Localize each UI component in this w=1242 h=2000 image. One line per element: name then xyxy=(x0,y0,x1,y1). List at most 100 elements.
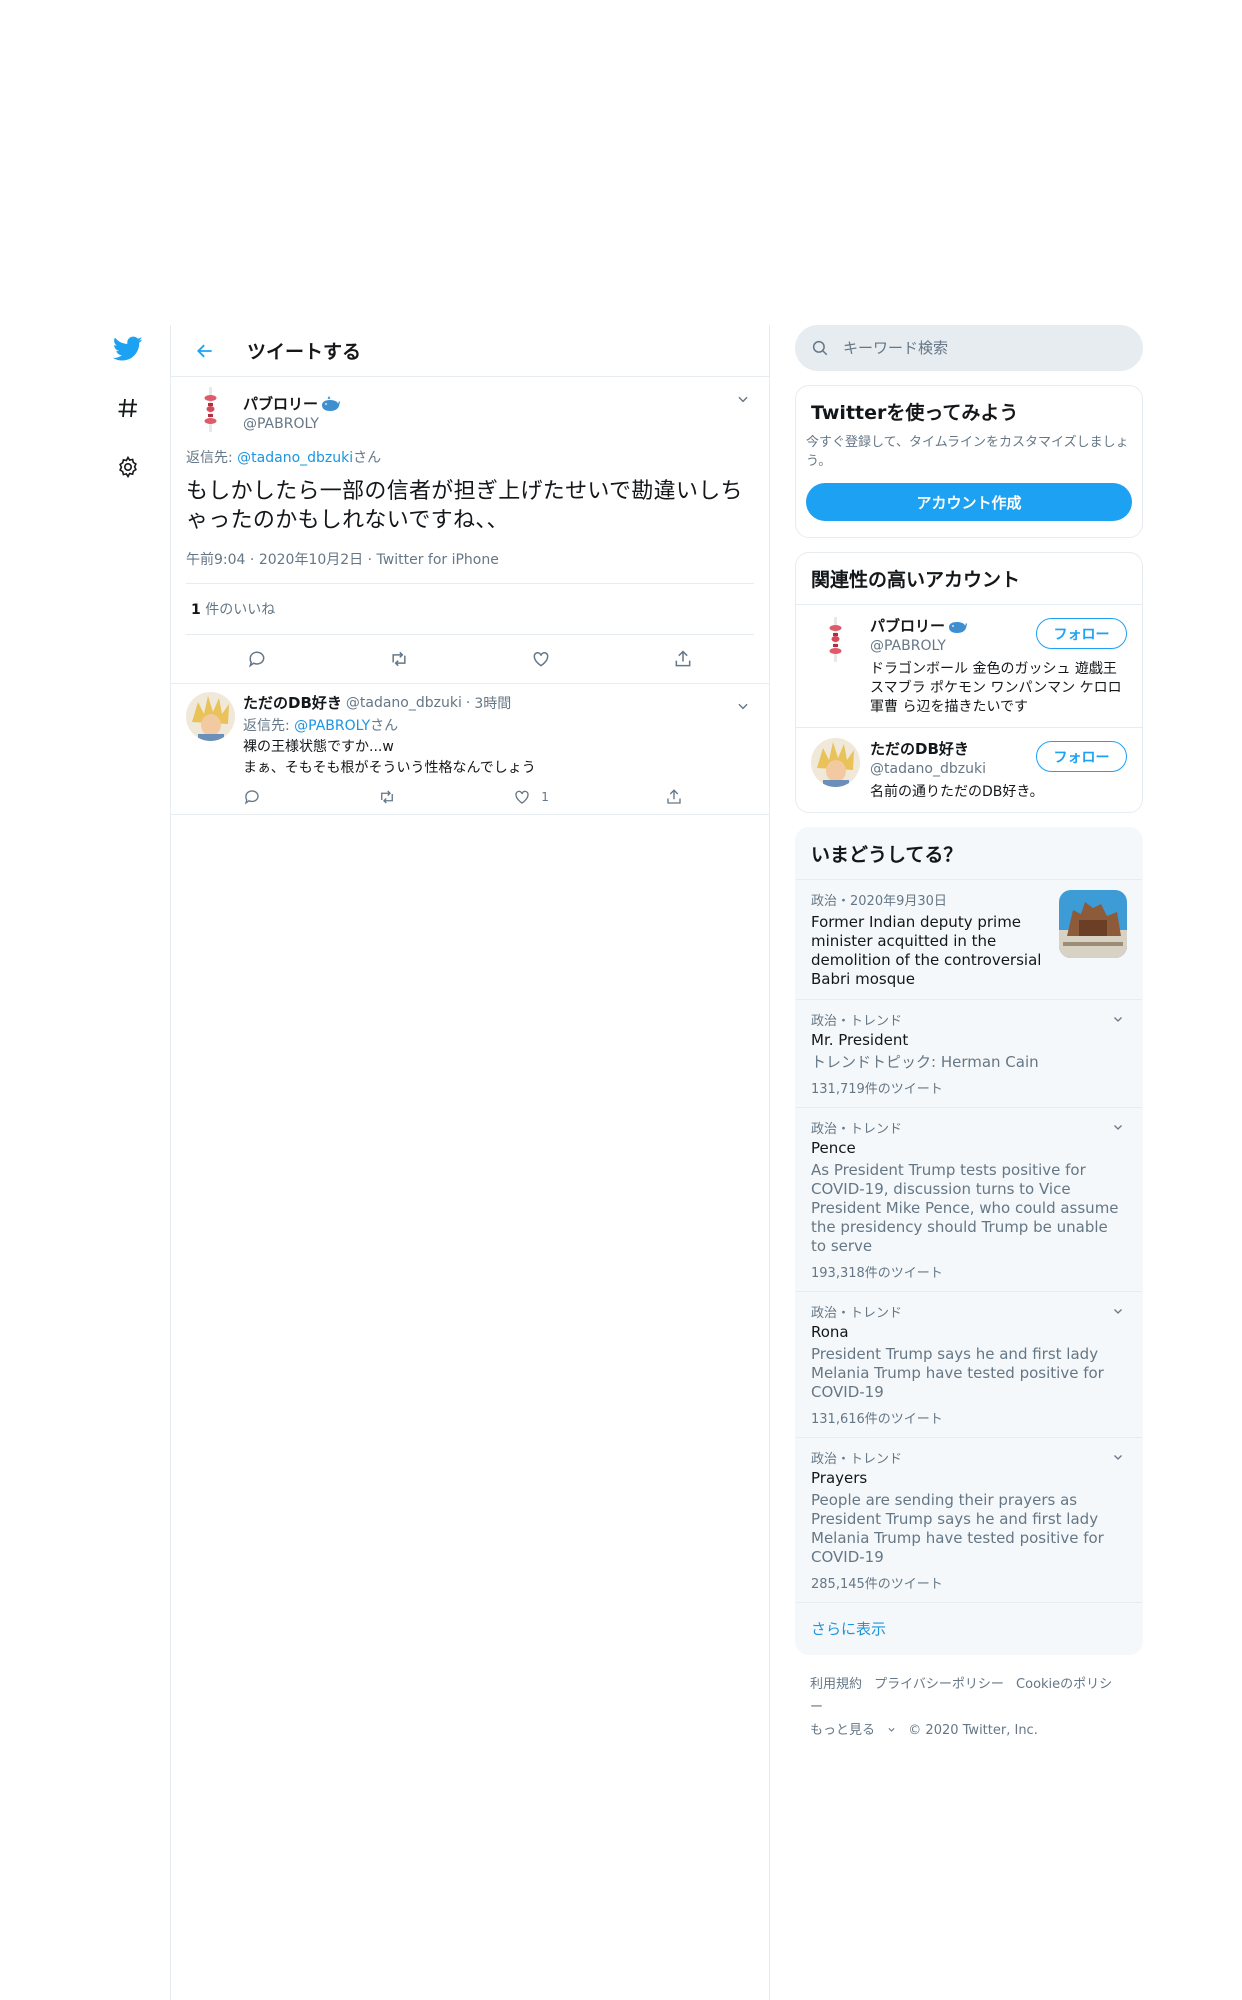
reply-menu-button[interactable] xyxy=(733,696,753,716)
chevron-down-icon xyxy=(1114,1455,1122,1460)
tweet-date[interactable]: 2020年10月2日 xyxy=(259,552,363,568)
tweet-time[interactable]: 午前9:04 xyxy=(186,552,245,568)
trend-name: Prayers xyxy=(811,1469,868,1487)
trends-card: いまどうしてる？ 政治・2020年9月30日 Former Indian dep… xyxy=(795,827,1143,1655)
reply-author-name[interactable]: ただのDB好き xyxy=(243,692,342,713)
tweet-likes[interactable]: 1 件のいいね xyxy=(186,584,754,635)
tweet-meta: 午前9:04 · 2020年10月2日 · Twitter for iPhone xyxy=(186,549,754,584)
share-button[interactable] xyxy=(668,647,698,671)
avatar-image xyxy=(811,615,860,664)
nav-settings-link[interactable] xyxy=(104,443,152,491)
footer-privacy-link[interactable]: プライバシーポリシー xyxy=(874,1677,1004,1692)
search-input[interactable] xyxy=(843,339,1113,357)
heart-icon xyxy=(533,651,549,667)
chevron-down-icon xyxy=(1114,1017,1122,1022)
replying-handle-link[interactable]: @tadano_dbzuki xyxy=(237,450,353,466)
reply-time[interactable]: 3時間 xyxy=(474,693,511,713)
retweet-icon xyxy=(392,651,406,667)
news-item[interactable]: 政治・2020年9月30日 Former Indian deputy prime… xyxy=(796,879,1142,999)
footer-copyright: © 2020 Twitter, Inc. xyxy=(908,1723,1038,1738)
avatar-image xyxy=(186,692,235,741)
like-button[interactable] xyxy=(526,647,556,671)
trend-item[interactable]: 政治・トレンド Prayers People are sending their… xyxy=(796,1437,1142,1602)
share-icon xyxy=(667,789,681,804)
retweet-button[interactable] xyxy=(384,647,414,671)
related-account-bio: ドラゴンボール 金色のガッシュ 遊戯王 スマブラ ポケモン ワンパンマン ケロロ… xyxy=(870,661,1122,715)
reply-share-button[interactable] xyxy=(665,788,683,806)
related-title: 関連性の高いアカウント xyxy=(811,569,1021,591)
trend-menu-button[interactable] xyxy=(1109,1118,1127,1136)
chevron-down-icon xyxy=(738,396,748,403)
reply-actions: 1 xyxy=(243,788,683,806)
author-handle[interactable]: @PABROLY xyxy=(243,416,340,432)
avatar-image xyxy=(186,385,235,434)
show-more-link[interactable]: さらに表示 xyxy=(796,1602,1142,1654)
replying-prefix: 返信先: xyxy=(186,450,238,466)
page-header: ツイートする xyxy=(171,325,769,377)
arrow-left-icon xyxy=(197,344,212,357)
footer-terms-link[interactable]: 利用規約 xyxy=(810,1677,862,1692)
related-account[interactable]: ただのDB好き @tadano_dbzuki 名前の通りただのDB好き。 フォロ… xyxy=(796,727,1142,812)
trend-item[interactable]: 政治・トレンド Rona President Trump says he and… xyxy=(796,1291,1142,1437)
reply-author-avatar[interactable] xyxy=(186,692,235,741)
news-meta: 政治・2020年9月30日 xyxy=(811,894,947,909)
whale-icon xyxy=(322,395,341,411)
trend-item[interactable]: 政治・トレンド Pence As President Trump tests p… xyxy=(796,1107,1142,1291)
chevron-down-icon xyxy=(888,1727,895,1732)
twitter-bird-icon xyxy=(113,336,143,361)
reply-replying-handle-link[interactable]: @PABROLY xyxy=(294,718,370,734)
reply-text-line2: まぁ、そもそも根がそういう性格なんでしょう xyxy=(243,760,536,776)
related-account-name-text: パブロリー xyxy=(870,617,946,635)
trend-name: Rona xyxy=(811,1323,849,1341)
trend-meta: 政治・トレンド xyxy=(811,1452,903,1467)
trend-description: President Trump says he and first lady M… xyxy=(811,1345,1104,1401)
reply-reply-button[interactable] xyxy=(243,788,261,806)
related-account-avatar[interactable] xyxy=(811,615,860,664)
replying-prefix: 返信先: xyxy=(243,718,295,734)
nav-explore-link[interactable] xyxy=(104,384,152,432)
trend-count: 131,616件のツイート xyxy=(811,1412,943,1427)
author-name-text: パブロリー xyxy=(243,395,319,413)
likes-label: 件のいいね xyxy=(205,602,276,618)
create-account-button[interactable]: アカウント作成 xyxy=(806,483,1132,521)
trend-menu-button[interactable] xyxy=(1109,1302,1127,1320)
footer-more-link[interactable]: もっと見る xyxy=(810,1723,896,1738)
back-button[interactable] xyxy=(187,333,223,369)
reply-like-button[interactable]: 1 xyxy=(513,788,549,806)
share-icon xyxy=(675,650,691,667)
reply-text-line1: 裸の王様状態ですか...w xyxy=(243,739,394,755)
trend-name: Pence xyxy=(811,1139,856,1157)
chevron-down-icon xyxy=(1114,1125,1122,1130)
footer-more-label: もっと見る xyxy=(810,1723,876,1738)
trend-menu-button[interactable] xyxy=(1109,1010,1127,1028)
related-account[interactable]: パブロリー @PABROLY ドラゴンボール 金色のガッシュ 遊戯王 スマブラ … xyxy=(796,604,1142,727)
nav-home-link[interactable] xyxy=(104,325,152,373)
signup-title: Twitterを使ってみよう xyxy=(811,402,1019,424)
reply-author-handle[interactable]: @tadano_dbzuki xyxy=(346,695,462,711)
author-avatar[interactable] xyxy=(186,385,235,434)
trend-menu-button[interactable] xyxy=(1109,1448,1127,1466)
trend-meta: 政治・トレンド xyxy=(811,1306,903,1321)
heart-icon xyxy=(515,790,529,804)
tweet-source[interactable]: Twitter for iPhone xyxy=(377,552,499,568)
search-box[interactable] xyxy=(795,325,1143,371)
whale-icon xyxy=(949,621,968,633)
related-account-avatar[interactable] xyxy=(811,738,860,787)
reply-button[interactable] xyxy=(242,647,272,671)
follow-button[interactable]: フォロー xyxy=(1036,618,1127,649)
tweet-menu-button[interactable] xyxy=(733,389,753,409)
search-icon xyxy=(812,340,828,356)
main-tweet: パブロリー @PABROLY 返信先: @tadano_dbzukiさん もしか… xyxy=(171,377,769,684)
reply-icon xyxy=(244,790,259,805)
trend-count: 285,145件のツイート xyxy=(811,1577,943,1592)
trend-item[interactable]: 政治・トレンド Mr. President トレンドトピック: Herman C… xyxy=(796,999,1142,1107)
footer: 利用規約 プライバシーポリシー Cookieのポリシー もっと見る © 2020… xyxy=(795,1655,1143,1760)
trend-description: People are sending their prayers as Pres… xyxy=(811,1491,1104,1566)
related-accounts-card: 関連性の高いアカウント パブロリー @PABROLY ドラゴンボール 金色のガッ… xyxy=(795,552,1143,813)
follow-button[interactable]: フォロー xyxy=(1036,741,1127,772)
news-thumbnail xyxy=(1059,890,1127,958)
news-headline: Former Indian deputy prime minister acqu… xyxy=(811,913,1042,988)
reply-retweet-button[interactable] xyxy=(377,788,397,806)
reply-tweet[interactable]: ただのDB好き @tadano_dbzuki · 3時間 返信先: @PABRO… xyxy=(171,684,769,815)
author-name[interactable]: パブロリー xyxy=(243,393,341,414)
